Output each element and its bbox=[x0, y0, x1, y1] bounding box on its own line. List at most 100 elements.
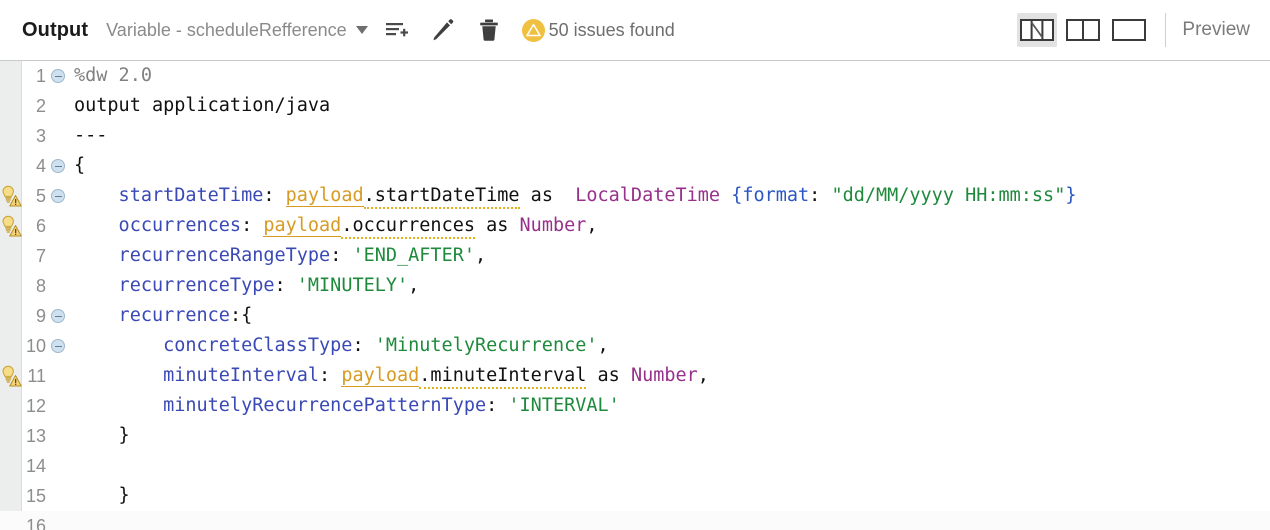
fold-dot bbox=[51, 69, 65, 83]
code-line[interactable]: 2output application/java bbox=[0, 91, 1270, 121]
code-token: recurrenceRangeType bbox=[74, 245, 330, 266]
code-line[interactable]: 6 occurrences: payload.occurrences as Nu… bbox=[0, 211, 1270, 241]
layout-single-pane-glyph bbox=[1112, 19, 1146, 41]
code-line[interactable]: 4{ bbox=[0, 151, 1270, 181]
code-line[interactable]: 13 } bbox=[0, 421, 1270, 451]
header-divider bbox=[1165, 13, 1166, 47]
output-panel-header: Output Variable - scheduleRefference bbox=[0, 0, 1270, 61]
lightbulb-warning-icon[interactable] bbox=[1, 214, 22, 238]
layout-three-pane-glyph bbox=[1020, 19, 1054, 41]
edit-pencil-glyph bbox=[431, 18, 455, 42]
code-editor[interactable]: 1 %dw 2.02output application/java3 ---4{5 … bbox=[0, 61, 1270, 530]
line-text: startDateTime: payload.startDateTime as … bbox=[68, 181, 1270, 211]
issues-count-label: 50 issues found bbox=[549, 20, 675, 41]
delete-trash-icon[interactable] bbox=[476, 17, 502, 43]
line-text: } bbox=[68, 421, 1270, 451]
line-number: 3 bbox=[0, 121, 48, 151]
code-token: output application/java bbox=[74, 95, 330, 116]
code-line[interactable]: 1 %dw 2.0 bbox=[0, 61, 1270, 91]
line-text: minuteInterval: payload.minuteInterval a… bbox=[68, 361, 1270, 391]
code-token: .occurrences bbox=[341, 215, 475, 239]
code-token: :{ bbox=[230, 305, 252, 326]
code-token: as bbox=[586, 365, 631, 386]
code-token: minutelyRecurrencePatternType bbox=[74, 395, 486, 416]
line-number: 16 bbox=[0, 511, 48, 530]
preview-toggle[interactable]: Preview bbox=[1182, 19, 1250, 41]
code-token: } bbox=[74, 485, 130, 506]
line-text: concreteClassType: 'MinutelyRecurrence', bbox=[68, 331, 1270, 361]
line-text: } bbox=[68, 481, 1270, 511]
code-token: } bbox=[74, 425, 130, 446]
code-token: payload bbox=[263, 215, 341, 237]
line-text: minutelyRecurrencePatternType: 'INTERVAL… bbox=[68, 391, 1270, 421]
line-text: recurrenceType: 'MINUTELY', bbox=[68, 271, 1270, 301]
lightbulb-warning-icon[interactable] bbox=[1, 364, 22, 388]
code-token: : bbox=[274, 275, 296, 296]
line-text: recurrence:{ bbox=[68, 301, 1270, 331]
line-text: output application/java bbox=[68, 91, 1270, 121]
code-token: occurrences bbox=[74, 215, 241, 236]
line-number: 10 bbox=[0, 331, 48, 361]
fold-collapse-icon[interactable] bbox=[48, 309, 68, 323]
add-transformation-icon[interactable] bbox=[384, 17, 410, 43]
code-line[interactable]: 9 recurrence:{ bbox=[0, 301, 1270, 331]
line-number: 15 bbox=[0, 481, 48, 511]
issues-status[interactable]: 50 issues found bbox=[522, 19, 675, 42]
line-text: --- bbox=[68, 121, 1270, 151]
code-token: payload bbox=[341, 365, 419, 387]
output-target-label: Variable - scheduleRefference bbox=[106, 20, 346, 41]
delete-trash-glyph bbox=[478, 18, 500, 42]
code-line[interactable]: 12 minutelyRecurrencePatternType: 'INTER… bbox=[0, 391, 1270, 421]
layout-two-pane-icon[interactable] bbox=[1063, 13, 1103, 47]
code-token: , bbox=[698, 365, 709, 386]
lightbulb-warning-icon[interactable] bbox=[1, 184, 22, 208]
code-token: .startDateTime bbox=[364, 185, 520, 209]
line-number: 7 bbox=[0, 241, 48, 271]
fold-collapse-icon[interactable] bbox=[48, 159, 68, 173]
code-token: : bbox=[486, 395, 508, 416]
fold-collapse-icon[interactable] bbox=[48, 189, 68, 203]
fold-dot bbox=[51, 189, 65, 203]
line-text: { bbox=[68, 151, 1270, 181]
code-token: : bbox=[263, 185, 285, 206]
code-token: payload bbox=[286, 185, 364, 207]
line-number: 9 bbox=[0, 301, 48, 331]
code-line[interactable]: 7 recurrenceRangeType: 'END_AFTER', bbox=[0, 241, 1270, 271]
line-text: recurrenceRangeType: 'END_AFTER', bbox=[68, 241, 1270, 271]
dataweave-output-panel: Output Variable - scheduleRefference bbox=[0, 0, 1270, 530]
code-token: , bbox=[475, 245, 486, 266]
code-token: : bbox=[319, 365, 341, 386]
code-token: as bbox=[520, 185, 565, 206]
fold-dot bbox=[51, 309, 65, 323]
view-layout-controls: Preview bbox=[1017, 13, 1256, 47]
line-number: 13 bbox=[0, 421, 48, 451]
code-token: LocalDateTime bbox=[564, 185, 731, 206]
code-line[interactable]: 5 startDateTime: payload.startDateTime a… bbox=[0, 181, 1270, 211]
code-token: : bbox=[330, 245, 352, 266]
code-line[interactable]: 14 bbox=[0, 451, 1270, 481]
code-line[interactable]: 3 --- bbox=[0, 121, 1270, 151]
code-line[interactable]: 11 minuteInterval: payload.minuteInterva… bbox=[0, 361, 1270, 391]
layout-two-pane-glyph bbox=[1066, 19, 1100, 41]
code-token: : bbox=[809, 185, 831, 206]
code-line[interactable]: 8 recurrenceType: 'MINUTELY', bbox=[0, 271, 1270, 301]
code-line[interactable]: 16 bbox=[0, 511, 1270, 530]
fold-collapse-icon[interactable] bbox=[48, 69, 68, 83]
line-text: %dw 2.0 bbox=[68, 61, 1270, 91]
code-token: Number bbox=[520, 215, 587, 236]
edit-pencil-icon[interactable] bbox=[430, 17, 456, 43]
code-lines-container[interactable]: 1 %dw 2.02output application/java3 ---4{5 … bbox=[0, 61, 1270, 530]
line-number: 14 bbox=[0, 451, 48, 481]
line-number: 1 bbox=[0, 61, 48, 91]
line-text: occurrences: payload.occurrences as Numb… bbox=[68, 211, 1270, 241]
code-token: "dd/MM/yyyy HH:mm:ss" bbox=[831, 185, 1065, 206]
fold-dot bbox=[51, 339, 65, 353]
layout-single-pane-icon[interactable] bbox=[1109, 13, 1149, 47]
layout-three-pane-icon[interactable] bbox=[1017, 13, 1057, 47]
fold-collapse-icon[interactable] bbox=[48, 339, 68, 353]
code-line[interactable]: 15 } bbox=[0, 481, 1270, 511]
chevron-down-icon[interactable] bbox=[356, 26, 368, 34]
code-token: } bbox=[1065, 185, 1076, 206]
code-line[interactable]: 10 concreteClassType: 'MinutelyRecurrenc… bbox=[0, 331, 1270, 361]
code-token: , bbox=[586, 215, 597, 236]
